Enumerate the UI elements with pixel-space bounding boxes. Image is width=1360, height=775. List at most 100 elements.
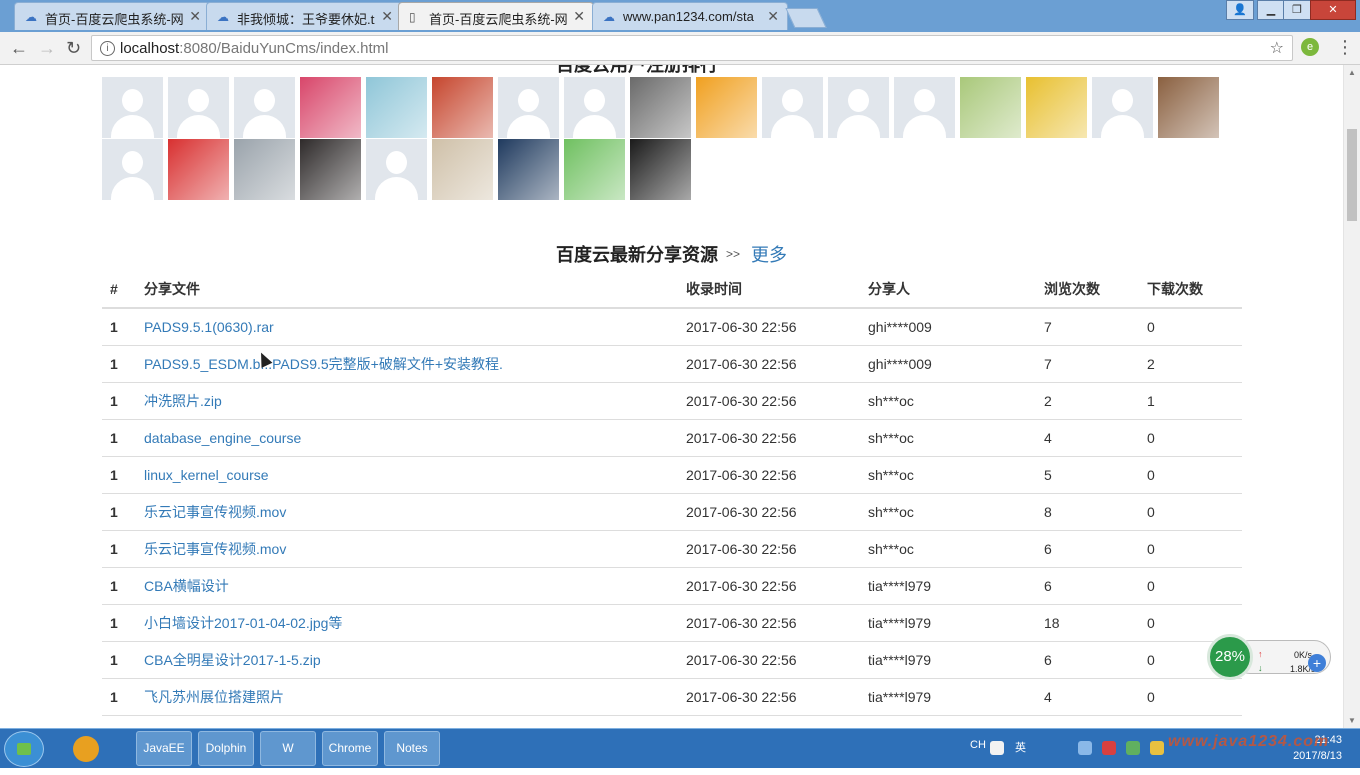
network-tray-icon[interactable] <box>1126 741 1140 755</box>
avatar-body-shape <box>507 115 550 138</box>
row-views: 2 <box>1044 393 1052 409</box>
url-path: :8080/BaiduYunCms/index.html <box>179 40 389 57</box>
user-avatar[interactable] <box>300 139 361 200</box>
tab-1[interactable]: ☁ 首页-百度云爬虫系统-网 ✕ <box>14 2 210 30</box>
row-views: 6 <box>1044 578 1052 594</box>
default-avatar[interactable] <box>168 77 229 138</box>
default-avatar[interactable] <box>564 77 625 138</box>
user-avatar[interactable] <box>630 77 691 138</box>
extension-icon[interactable]: e <box>1301 38 1319 56</box>
user-avatar[interactable] <box>498 139 559 200</box>
maximize-button[interactable]: ❐ <box>1283 0 1311 20</box>
share-file-link[interactable]: 乐云记事宣传视频.mov <box>144 531 286 567</box>
share-file-link[interactable]: CBA全明星设计2017-1-5.zip <box>144 642 321 678</box>
close-icon[interactable]: ✕ <box>573 8 585 25</box>
taskbar-app-dolphin[interactable]: Dolphin <box>198 731 254 766</box>
shield-tray-icon[interactable] <box>1150 741 1164 755</box>
user-avatar[interactable] <box>630 139 691 200</box>
download-arrow-icon: ↓ <box>1258 663 1263 673</box>
memory-percent[interactable]: 28% <box>1207 634 1253 680</box>
share-file-link[interactable]: linux_kernel_course <box>144 457 269 493</box>
taskbar-app-notes[interactable]: Notes <box>384 731 440 766</box>
forward-arrow-icon[interactable]: → <box>38 37 56 59</box>
share-file-link[interactable]: PADS9.5_ESDM.b...PADS9.5完整版+破解文件+安装教程. <box>144 346 503 382</box>
more-link[interactable]: 更多 <box>751 241 787 267</box>
row-views: 8 <box>1044 504 1052 520</box>
info-icon[interactable]: i <box>100 41 115 56</box>
windows-logo-icon <box>17 743 31 755</box>
user-avatar[interactable] <box>366 77 427 138</box>
taskbar-app-javaee[interactable]: JavaEE <box>136 731 192 766</box>
avatar-head-shape <box>254 89 275 112</box>
user-avatar[interactable] <box>300 77 361 138</box>
default-avatar[interactable] <box>828 77 889 138</box>
default-avatar[interactable] <box>498 77 559 138</box>
default-avatar[interactable] <box>102 139 163 200</box>
taskbar-app-wps[interactable]: W <box>260 731 316 766</box>
table-row: 1 linux_kernel_course 2017-06-30 22:56 sh**… <box>102 457 1242 494</box>
scroll-up-arrow-icon[interactable]: ▲ <box>1348 68 1356 77</box>
share-file-link[interactable]: PADS9.5.1(0630).rar <box>144 309 274 345</box>
user-avatar[interactable] <box>234 139 295 200</box>
url-text[interactable]: localhost:8080/BaiduYunCms/index.html <box>120 40 389 57</box>
antivirus-tray-icon[interactable] <box>1102 741 1116 755</box>
taskbar-app-chrome[interactable]: Chrome <box>322 731 378 766</box>
back-arrow-icon[interactable]: ← <box>10 37 28 59</box>
share-file-link[interactable]: 乐云记事宣传视频.mov <box>144 494 286 530</box>
default-avatar[interactable] <box>102 77 163 138</box>
scroll-down-arrow-icon[interactable]: ▼ <box>1348 716 1356 725</box>
avatar-body-shape <box>111 115 154 138</box>
share-file-link[interactable]: database_engine_course <box>144 420 301 456</box>
user-avatar[interactable] <box>432 139 493 200</box>
table-row: 1 飞凡苏州展位搭建照片 2017-06-30 22:56 tia****l979 4 0 <box>102 679 1242 716</box>
user-avatar[interactable] <box>564 139 625 200</box>
bookmark-star-icon[interactable]: ☆ <box>1270 38 1284 58</box>
share-file-link[interactable]: 飞凡苏州展位搭建照片 <box>144 679 284 715</box>
row-sharer: ghi****009 <box>868 319 932 335</box>
new-tab-button[interactable] <box>785 8 827 28</box>
close-window-button[interactable]: ✕ <box>1310 0 1356 20</box>
user-avatar[interactable] <box>432 77 493 138</box>
default-avatar[interactable] <box>762 77 823 138</box>
start-button[interactable] <box>4 731 44 767</box>
user-avatar[interactable] <box>696 77 757 138</box>
row-sharer: sh***oc <box>868 504 914 520</box>
share-file-link[interactable]: 冲洗照片.zip <box>144 383 222 419</box>
close-icon[interactable]: ✕ <box>381 8 393 25</box>
chrome-menu-icon[interactable]: ⋮ <box>1336 37 1354 57</box>
col-header-index: # <box>110 281 118 297</box>
user-avatar[interactable] <box>1158 77 1219 138</box>
tab-2[interactable]: ☁ 非我倾城：王爷要休妃.txt ✕ <box>206 2 402 30</box>
search-tray-icon[interactable] <box>990 741 1004 755</box>
user-avatar[interactable] <box>168 139 229 200</box>
row-views: 5 <box>1044 467 1052 483</box>
user-avatar[interactable] <box>1026 77 1087 138</box>
default-avatar[interactable] <box>1092 77 1153 138</box>
default-avatar[interactable] <box>234 77 295 138</box>
user-button[interactable]: 👤 <box>1226 0 1254 20</box>
reload-icon[interactable]: ↻ <box>66 37 81 59</box>
row-time: 2017-06-30 22:56 <box>686 541 797 557</box>
tray-lang[interactable]: CH <box>970 739 986 751</box>
share-file-link[interactable]: CBA横幅设计 <box>144 568 229 604</box>
plus-icon[interactable]: + <box>1308 654 1326 672</box>
cube-tray-icon[interactable] <box>1078 741 1092 755</box>
scrollbar-thumb[interactable] <box>1347 129 1357 221</box>
tab-3-active[interactable]: ▯ 首页-百度云爬虫系统-网 ✕ <box>398 2 594 30</box>
share-file-link[interactable]: 小白墙设计2017-01-04-02.jpg等 <box>144 605 342 641</box>
tab-4[interactable]: ☁ www.pan1234.com/sta ✕ <box>592 2 788 30</box>
avatar-body-shape <box>837 115 880 138</box>
close-icon[interactable]: ✕ <box>767 8 779 25</box>
row-index: 1 <box>110 541 118 557</box>
taskbar-app-colorful[interactable] <box>58 731 114 766</box>
user-avatar[interactable] <box>960 77 1021 138</box>
default-avatar[interactable] <box>894 77 955 138</box>
network-speed-widget[interactable]: ↑ 0K/s ↓ 1.8K/s + 28% <box>1207 634 1332 680</box>
vertical-scrollbar[interactable]: ▲ ▼ <box>1343 65 1360 728</box>
close-icon[interactable]: ✕ <box>189 8 201 25</box>
address-bar[interactable]: i localhost:8080/BaiduYunCms/index.html … <box>91 35 1293 61</box>
row-index: 1 <box>110 319 118 335</box>
default-avatar[interactable] <box>366 139 427 200</box>
minimize-button[interactable]: ▁ <box>1257 0 1285 20</box>
tray-ime[interactable]: 英 <box>1015 739 1026 755</box>
